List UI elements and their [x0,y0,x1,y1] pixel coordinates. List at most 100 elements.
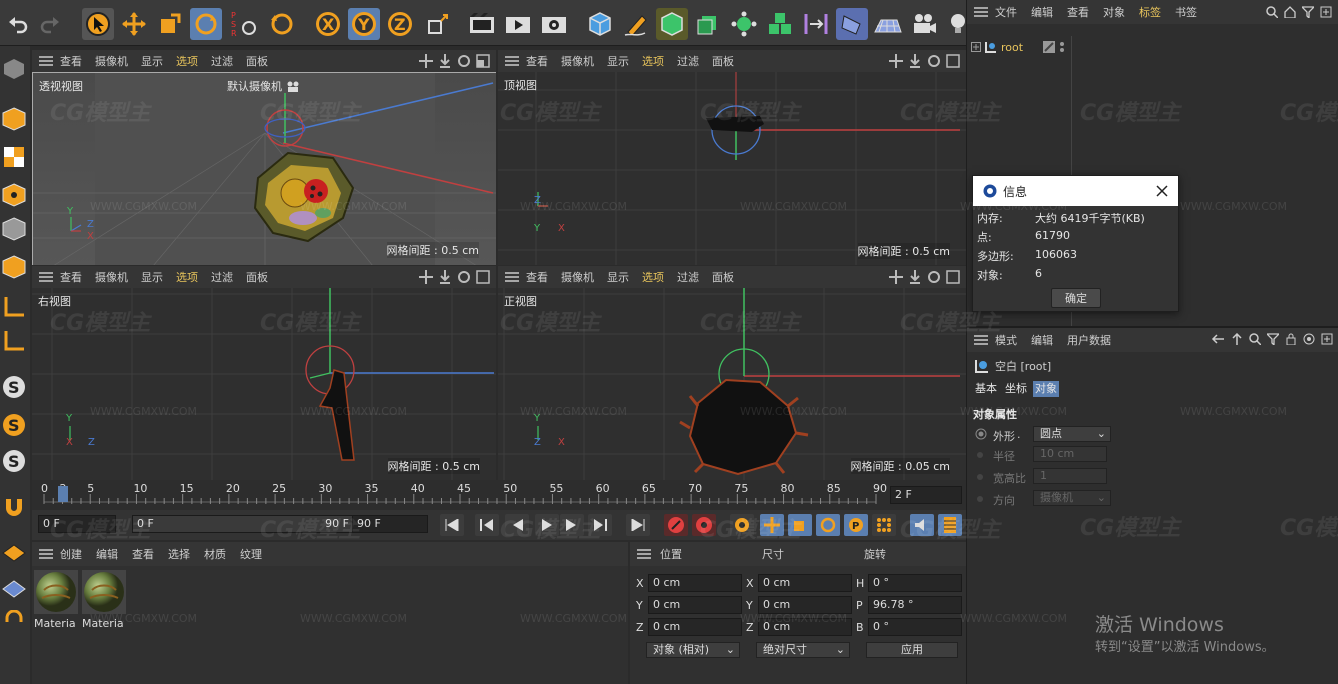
pos-field[interactable]: 0 cm [648,596,742,614]
object-row-root[interactable]: root [971,38,1337,56]
search-icon[interactable] [1249,333,1261,345]
model-mode-icon[interactable] [0,104,28,134]
prev-frame-icon[interactable] [505,514,529,536]
menu-filter[interactable]: 过滤 [211,53,233,69]
y-axis-icon[interactable]: Y [348,8,380,40]
new-window-icon[interactable] [1320,6,1332,18]
key-parameter-icon[interactable]: P [844,514,868,536]
playhead[interactable] [58,486,68,502]
rot-field[interactable]: 0 ° [868,618,962,636]
menu-camera[interactable]: 摄像机 [561,53,594,69]
target-icon[interactable] [1303,333,1315,345]
menu-icon[interactable] [498,50,526,72]
prev-key-icon[interactable] [475,514,499,536]
maximize-icon[interactable] [946,270,960,284]
layer-icon[interactable] [1043,41,1056,53]
film-icon[interactable] [938,514,962,536]
menu-options[interactable]: 选项 [642,53,664,69]
coord-mode-select[interactable]: 对象 (相对) ⌄ [646,642,740,658]
plane-icon[interactable] [836,8,868,40]
zoom-icon[interactable] [438,270,452,284]
snap-icon[interactable] [0,326,28,356]
menu-panel[interactable]: 面板 [712,53,734,69]
menu-view[interactable]: 查看 [60,269,82,285]
start-frame-field[interactable]: 0 F [38,515,116,533]
camera-indicator[interactable]: 默认摄像机 [227,78,300,94]
up-arrow-icon[interactable] [1231,333,1243,345]
menu-texture[interactable]: 纹理 [240,546,262,562]
menu-camera[interactable]: 摄像机 [95,53,128,69]
orbit-icon[interactable] [457,270,471,284]
menu-panel[interactable]: 面板 [246,53,268,69]
zoom-icon[interactable] [438,54,452,68]
menu-icon[interactable] [32,50,60,72]
scale-icon[interactable] [154,8,186,40]
grid-icon[interactable] [0,574,28,604]
make-editable-icon[interactable] [0,54,28,84]
menu-filter[interactable]: 过滤 [677,53,699,69]
mograph-icon[interactable] [764,8,796,40]
ok-button[interactable]: 确定 [1051,288,1101,308]
filter-icon[interactable] [1267,333,1279,345]
menu-camera[interactable]: 摄像机 [561,269,594,285]
menu-edit[interactable]: 编辑 [1031,332,1053,348]
undo-icon[interactable] [2,8,34,40]
edges-mode-icon[interactable] [0,214,28,244]
sound-icon[interactable] [910,514,934,536]
menu-panel[interactable]: 面板 [712,269,734,285]
lock-icon[interactable] [1285,333,1297,345]
menu-user-data[interactable]: 用户数据 [1067,332,1111,348]
pos-field[interactable]: 0 cm [648,574,742,592]
close-icon[interactable] [1156,185,1168,197]
new-window-icon[interactable] [1321,333,1333,345]
size-field[interactable]: 0 cm [758,574,852,592]
menu-view[interactable]: 查看 [1067,4,1089,20]
display-select[interactable]: 圆点 ⌄ [1033,426,1111,442]
polygons-mode-icon[interactable] [0,252,28,282]
lock-icon[interactable] [0,608,28,638]
frame-range-slider[interactable]: 0 F 90 F [132,515,356,533]
pan-icon[interactable] [889,270,903,284]
orientation-select[interactable]: 摄像机 ⌄ [1033,490,1111,506]
rot-field[interactable]: 0 ° [868,574,962,592]
viewport-front[interactable]: 查看 摄像机 显示 选项 过滤 面板 Y Z X 正视图 网格间距: 0.05… [498,266,966,480]
radio-icon[interactable] [975,428,987,440]
camera-icon[interactable] [908,8,940,40]
array-icon[interactable] [728,8,760,40]
menu-filter[interactable]: 过滤 [677,269,699,285]
goto-start-icon[interactable] [440,514,464,536]
menu-material[interactable]: 材质 [204,546,226,562]
material-swatch[interactable]: Materia [34,570,78,630]
viewport-right[interactable]: 查看 摄像机 显示 选项 过滤 面板 Y X Z 右视图 网格间距: 0.5 … [32,266,496,480]
size-field[interactable]: 0 cm [758,596,852,614]
aspect-field[interactable]: 1 [1033,468,1107,484]
menu-options[interactable]: 选项 [176,53,198,69]
magnet-icon[interactable] [0,492,28,522]
maximize-icon[interactable] [476,54,490,68]
maximize-icon[interactable] [476,270,490,284]
tab-basic[interactable]: 基本 [973,381,999,397]
menu-icon[interactable] [32,266,60,288]
menu-create[interactable]: 创建 [60,546,82,562]
redo-icon[interactable] [34,8,66,40]
play-icon[interactable] [535,514,559,536]
select-icon[interactable] [82,8,114,40]
subdivision-icon[interactable] [656,8,688,40]
points-mode-icon[interactable] [0,180,28,210]
rotate-icon[interactable] [190,8,222,40]
s-tool-icon[interactable]: S [0,372,28,402]
menu-options[interactable]: 选项 [176,269,198,285]
move-icon[interactable] [118,8,150,40]
menu-icon[interactable] [967,7,995,17]
zoom-icon[interactable] [908,270,922,284]
menu-object[interactable]: 对象 [1103,4,1125,20]
menu-icon[interactable] [32,549,60,559]
search-icon[interactable] [1266,6,1278,18]
filter-icon[interactable] [1302,6,1314,18]
viewport-canvas[interactable]: Y X Z 右视图 网格间距 : 0.5 cm [32,288,496,480]
menu-options[interactable]: 选项 [642,269,664,285]
keyframe-selection-icon[interactable] [730,514,754,536]
menu-mode[interactable]: 模式 [995,332,1017,348]
render-region-icon[interactable] [466,8,498,40]
s-tool-icon[interactable]: S [0,446,28,476]
